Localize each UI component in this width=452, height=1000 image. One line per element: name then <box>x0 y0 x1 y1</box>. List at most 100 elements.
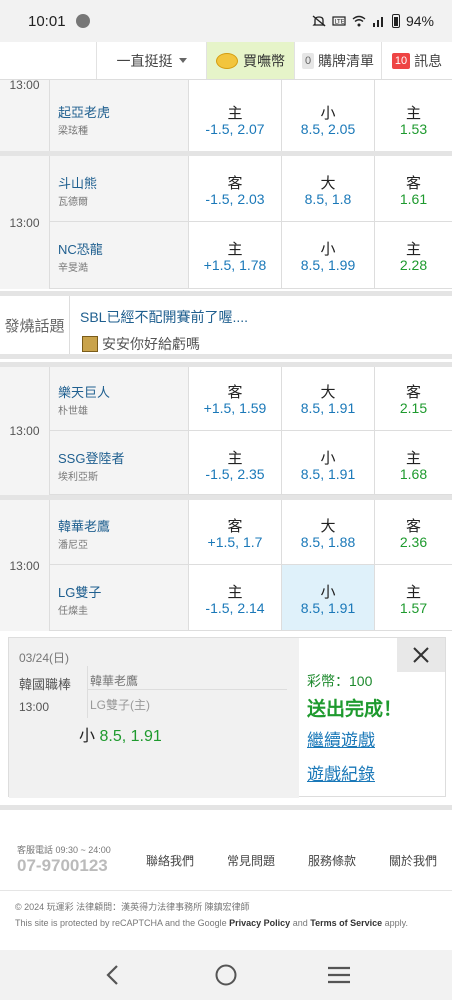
spread-odds: -1.5, 2.35 <box>205 466 265 482</box>
spread-odds-button[interactable]: 客 -1.5, 2.03 <box>189 156 282 222</box>
recaptcha-apply: apply. <box>384 918 408 928</box>
terms-link[interactable]: 服務條款 <box>308 852 356 869</box>
terms-of-service-link[interactable]: Terms of Service <box>310 918 382 928</box>
spread-odds-button[interactable]: 主 -1.5, 2.35 <box>189 431 282 495</box>
messages-button[interactable]: 10 訊息 <box>382 42 452 79</box>
total-odds: 8.5, 1.91 <box>300 466 356 482</box>
home-button[interactable] <box>196 950 256 1000</box>
spread-side: 主 <box>227 584 243 601</box>
cart-count-badge: 0 <box>302 52 314 69</box>
bet-pick: 小 8.5, 1.91 <box>79 722 162 746</box>
cart-button[interactable]: 0 購牌清單 <box>295 42 382 79</box>
total-odds: 8.5, 1.8 <box>304 191 352 207</box>
mute-icon <box>312 15 326 27</box>
team-name: 樂天巨人 <box>58 385 111 400</box>
game-history-link[interactable]: 遊戲紀錄 <box>307 760 375 785</box>
pitcher-name: 瓦德爾 <box>58 197 88 208</box>
svg-text:LTE: LTE <box>334 19 344 26</box>
about-us-link[interactable]: 關於我們 <box>389 852 437 869</box>
moneyline-odds-button[interactable]: 主 1.53 <box>375 80 452 152</box>
spread-odds-button[interactable]: 主 -1.5, 2.14 <box>189 565 282 631</box>
submit-success-message: 送出完成！ <box>307 699 403 720</box>
moneyline-odds: 2.15 <box>399 400 428 416</box>
contact-us-link[interactable]: 聯絡我們 <box>146 852 194 869</box>
bet-confirmation-panel: 03/24(日) 韓國職棒 13:00 韓華老鷹 LG雙子(主) 小 8.5, … <box>8 637 446 798</box>
spread-side: 客 <box>227 175 243 192</box>
copyright: © 2024 玩運彩 法律顧問：漢英得力法律事務所 陳鎮宏律師 <box>15 902 250 912</box>
moneyline-odds-button[interactable]: 客 2.15 <box>375 367 452 431</box>
recaptcha-and: and <box>292 918 308 928</box>
total-odds-button[interactable]: 大 8.5, 1.88 <box>282 500 375 565</box>
hotline-number[interactable]: 07-9700123 <box>17 856 108 876</box>
recents-button[interactable] <box>309 950 369 1000</box>
team-cell[interactable]: LG雙子 任燦圭 <box>50 565 189 631</box>
moneyline-odds: 2.28 <box>399 257 428 273</box>
recaptcha-notice: This site is protected by reCAPTCHA and … <box>15 918 408 928</box>
close-button[interactable] <box>397 638 445 672</box>
hot-topic[interactable]: 發燒話題 SBL已經不配開賽前了喔.... 安安你好給虧嗎 <box>0 291 452 359</box>
total-side: 大 <box>320 518 336 535</box>
bet-home-team: LG雙子(主) <box>90 698 151 712</box>
team-cell[interactable]: 韓華老鷹 潘尼亞 <box>50 500 189 565</box>
moneyline-odds: 1.68 <box>399 466 428 482</box>
privacy-policy-link[interactable]: Privacy Policy <box>229 918 290 928</box>
continue-game-link[interactable]: 繼續遊戲 <box>307 726 375 751</box>
divider <box>0 890 452 891</box>
coin-balance: 彩幣：100 <box>307 673 373 689</box>
chevron-down-icon <box>178 58 187 63</box>
pitcher-name: 梁玹種 <box>58 126 88 137</box>
moneyline-odds-button[interactable]: 主 2.28 <box>375 222 452 289</box>
total-odds-button[interactable]: 小 8.5, 2.05 <box>282 80 375 152</box>
status-bar: 10:01 LTE 94% <box>0 0 452 42</box>
moneyline-odds: 1.53 <box>399 121 428 137</box>
buy-coins-button[interactable]: 買嘸幣 <box>207 42 295 79</box>
moneyline-side: 客 <box>405 384 421 401</box>
spread-odds-button[interactable]: 主 -1.5, 2.07 <box>189 80 282 152</box>
total-odds-button-selected[interactable]: 小 8.5, 1.91 <box>282 565 375 631</box>
moneyline-odds: 1.61 <box>399 191 428 207</box>
spread-odds-button[interactable]: 主 +1.5, 1.78 <box>189 222 282 289</box>
back-button[interactable] <box>83 950 143 1000</box>
moneyline-odds-button[interactable]: 客 1.61 <box>375 156 452 222</box>
team-name: 斗山熊 <box>58 176 98 191</box>
total-odds-button[interactable]: 小 8.5, 1.99 <box>282 222 375 289</box>
total-odds-button[interactable]: 大 8.5, 1.8 <box>282 156 375 222</box>
hot-topic-title[interactable]: SBL已經不配開賽前了喔.... <box>80 307 248 327</box>
team-name: SSG登陸者 <box>58 451 125 466</box>
moneyline-odds-button[interactable]: 客 2.36 <box>375 500 452 565</box>
moneyline-side: 主 <box>405 241 421 258</box>
status-icons: LTE 94% <box>312 13 434 29</box>
team-name: NC恐龍 <box>58 242 103 257</box>
total-side: 大 <box>320 175 336 192</box>
moneyline-side: 客 <box>405 175 421 192</box>
moneyline-odds-button[interactable]: 主 1.68 <box>375 431 452 495</box>
sort-dropdown[interactable]: 一直挺挺 <box>97 42 207 79</box>
battery-icon <box>391 14 400 28</box>
spread-odds-button[interactable]: 客 +1.5, 1.59 <box>189 367 282 431</box>
total-odds: 8.5, 1.99 <box>300 257 356 273</box>
team-cell[interactable]: 樂天巨人 朴世雄 <box>50 367 189 431</box>
team-name: LG雙子 <box>58 585 102 600</box>
game-card: 13:00 斗山熊 瓦德爾 客 -1.5, 2.03 大 8.5, 1.8 客 … <box>0 151 452 289</box>
bet-away-team: 韓華老鷹 <box>90 674 139 688</box>
moneyline-odds-button[interactable]: 主 1.57 <box>375 565 452 631</box>
faq-link[interactable]: 常見問題 <box>227 852 275 869</box>
team-cell[interactable]: 起亞老虎 梁玹種 <box>50 80 189 152</box>
total-odds-button[interactable]: 小 8.5, 1.91 <box>282 431 375 495</box>
pitcher-name: 辛旻澔 <box>58 263 88 274</box>
spread-side: 客 <box>227 384 243 401</box>
game-card: 13:00 樂天巨人 朴世雄 客 +1.5, 1.59 大 8.5, 1.91 … <box>0 362 452 495</box>
spread-odds: +1.5, 1.59 <box>203 400 267 416</box>
total-odds: 8.5, 1.91 <box>300 600 356 616</box>
messages-label: 訊息 <box>414 52 443 69</box>
team-cell[interactable]: NC恐龍 辛旻澔 <box>50 222 189 289</box>
message-count-badge: 10 <box>391 52 411 69</box>
status-time: 10:01 <box>28 12 66 30</box>
team-cell[interactable]: SSG登陸者 埃利亞斯 <box>50 431 189 495</box>
team-name: 起亞老虎 <box>58 105 111 120</box>
total-odds-button[interactable]: 大 8.5, 1.91 <box>282 367 375 431</box>
spread-odds-button[interactable]: 客 +1.5, 1.7 <box>189 500 282 565</box>
sort-label: 一直挺挺 <box>116 52 173 69</box>
team-cell[interactable]: 斗山熊 瓦德爾 <box>50 156 189 222</box>
battery-percent: 94% <box>405 13 434 29</box>
